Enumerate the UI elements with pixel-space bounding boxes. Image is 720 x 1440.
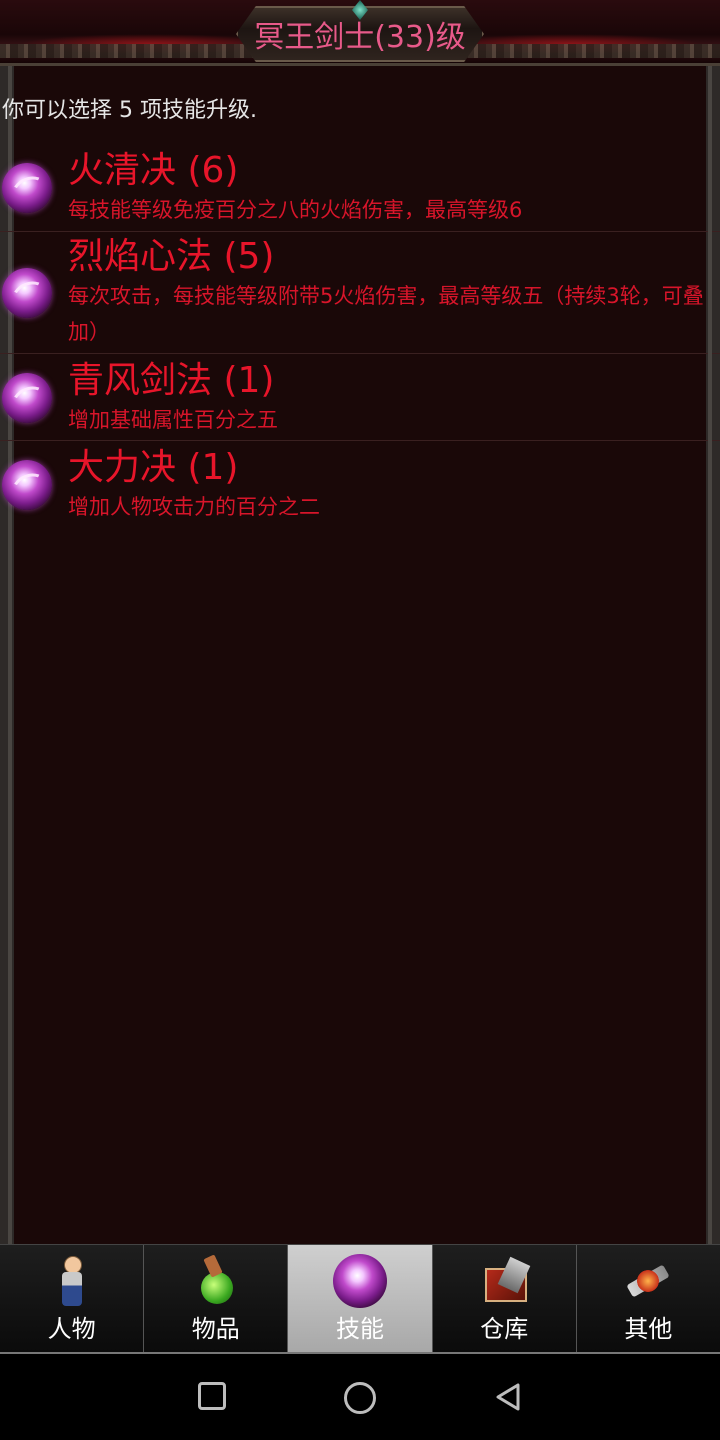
back-icon[interactable] [494, 1382, 524, 1412]
skill-orb-icon [2, 163, 52, 213]
tab-label: 仓库 [480, 1315, 529, 1343]
tab-other[interactable]: 其他 [576, 1245, 720, 1352]
upgrade-hint: 你可以选择 5 项技能升级. [2, 98, 257, 123]
skill-orb-icon [2, 268, 52, 318]
tab-label: 人物 [47, 1315, 96, 1343]
skill-orb-icon [2, 373, 52, 423]
skill-name: 烈焰心法 (5) [68, 236, 275, 277]
tab-skills[interactable]: 技能 [288, 1245, 433, 1352]
skill-item[interactable]: 青风剑法 (1) 增加基础属性百分之五 [0, 354, 720, 441]
skill-item[interactable]: 烈焰心法 (5) 每次攻击，每技能等级附带5火焰伤害，最高等级五（持续3轮，可叠… [0, 232, 720, 354]
tab-label: 技能 [336, 1315, 384, 1343]
skill-list: 火清决 (6) 每技能等级免疫百分之八的火焰伤害，最高等级6 烈焰心法 (5) … [0, 144, 720, 529]
storage-icon [477, 1254, 531, 1308]
skill-description: 每技能等级免疫百分之八的火焰伤害，最高等级6 [68, 198, 523, 222]
tab-items[interactable]: 物品 [144, 1245, 289, 1352]
tab-label: 物品 [191, 1315, 240, 1343]
character-icon [45, 1254, 99, 1308]
tab-label: 其他 [624, 1315, 673, 1343]
system-nav-bar [0, 1354, 720, 1440]
potion-icon [189, 1254, 243, 1308]
other-icon [621, 1254, 675, 1308]
title-bar: 冥王剑士(33)级 [0, 0, 720, 66]
skill-name: 大力决 (1) [68, 447, 239, 488]
recents-icon[interactable] [198, 1382, 226, 1410]
skill-description: 每次攻击，每技能等级附带5火焰伤害，最高等级五（持续3轮，可叠加） [68, 284, 704, 344]
tab-storage[interactable]: 仓库 [432, 1245, 577, 1352]
skill-name: 青风剑法 (1) [68, 360, 275, 401]
page-title: 冥王剑士(33)级 [254, 20, 466, 55]
skill-panel: 你可以选择 5 项技能升级. 火清决 (6) 每技能等级免疫百分之八的火焰伤害，… [0, 66, 720, 1244]
skill-item[interactable]: 火清决 (6) 每技能等级免疫百分之八的火焰伤害，最高等级6 [0, 144, 720, 232]
home-icon[interactable] [344, 1382, 376, 1414]
skill-description: 增加基础属性百分之五 [68, 408, 278, 432]
bottom-tab-bar: 人物 物品 技能 仓库 其他 [0, 1244, 720, 1354]
skill-orb-icon [333, 1254, 387, 1308]
skill-name: 火清决 (6) [68, 150, 239, 191]
skill-item[interactable]: 大力决 (1) 增加人物攻击力的百分之二 [0, 441, 720, 529]
skill-orb-icon [2, 460, 52, 510]
tab-character[interactable]: 人物 [0, 1245, 145, 1352]
skill-description: 增加人物攻击力的百分之二 [68, 495, 320, 519]
